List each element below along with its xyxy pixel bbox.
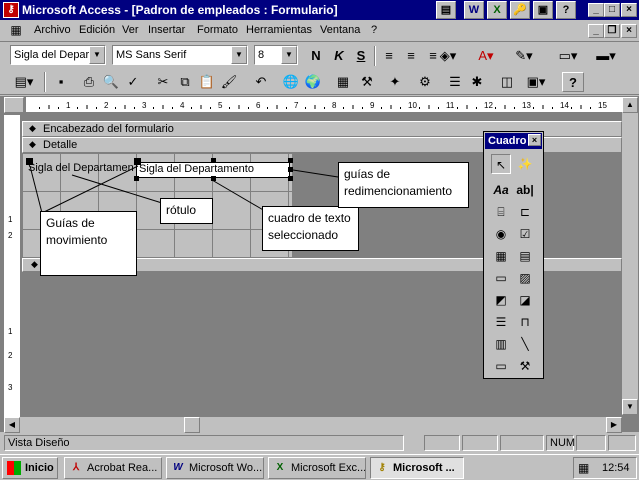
scroll-down-icon[interactable]: ▼ <box>622 399 638 415</box>
list-box-icon[interactable]: ▤ <box>515 246 535 266</box>
toolbox-palette[interactable]: Cuadro × ↖ ✨ Aa ab| ⌸ ⊏ ◉ ☑ ▦ ▤ ▭ ▨ ◩ ◪ … <box>483 131 544 379</box>
access-icon: ⚷ <box>378 462 386 474</box>
rectangle-tool-icon[interactable]: ▭ <box>491 356 511 376</box>
horizontal-scrollbar[interactable]: ◀ ▶ <box>4 417 622 433</box>
status-panel <box>576 435 606 451</box>
callout-label: rótulo <box>160 198 213 224</box>
subform-icon[interactable]: ▥ <box>491 334 511 354</box>
task-access[interactable]: ⚷ Microsoft ... <box>370 457 464 479</box>
status-panel <box>608 435 636 451</box>
scroll-up-icon[interactable]: ▲ <box>622 97 638 113</box>
start-button[interactable]: Inicio <box>2 457 58 479</box>
bound-object-icon[interactable]: ◪ <box>515 290 535 310</box>
more-controls-icon[interactable]: ⚒ <box>515 356 535 376</box>
callout-selected-textbox: cuadro de texto seleccionado <box>262 206 359 251</box>
label-tool-icon[interactable]: Aa <box>491 180 511 200</box>
page-break-icon[interactable]: ☰ <box>491 312 511 332</box>
status-text: Vista Diseño <box>4 435 404 451</box>
image-icon[interactable]: ▨ <box>515 268 535 288</box>
windows-logo-icon <box>7 461 21 476</box>
vertical-scrollbar[interactable]: ▲ ▼ <box>622 97 638 415</box>
status-panel <box>462 435 498 451</box>
combo-box-icon[interactable]: ▦ <box>491 246 511 266</box>
callout-move-guides: Guías de movimiento <box>40 211 137 276</box>
scroll-left-icon[interactable]: ◀ <box>4 417 20 433</box>
excel-icon: X <box>276 462 284 474</box>
status-bar: Vista Diseño NUM <box>0 433 639 453</box>
scroll-thumb[interactable] <box>184 417 200 433</box>
system-tray: ▦ 12:54 <box>573 457 637 479</box>
tab-control-icon[interactable]: ⊓ <box>515 312 535 332</box>
word-icon: W <box>173 462 183 474</box>
command-button-icon[interactable]: ▭ <box>491 268 511 288</box>
textbox-tool-icon[interactable]: ab| <box>515 180 535 200</box>
status-panel <box>424 435 460 451</box>
checkbox-icon[interactable]: ☑ <box>515 224 535 244</box>
line-tool-icon[interactable]: ╲ <box>515 334 535 354</box>
option-button-icon[interactable]: ◉ <box>491 224 511 244</box>
scheduler-icon[interactable]: ▦ <box>578 458 589 478</box>
scroll-right-icon[interactable]: ▶ <box>606 417 622 433</box>
task-word[interactable]: W Microsoft Wo... <box>166 457 264 479</box>
unbound-object-icon[interactable]: ◩ <box>491 290 511 310</box>
task-acrobat[interactable]: ⅄ Acrobat Rea... <box>64 457 162 479</box>
control-wizards-icon[interactable]: ✨ <box>515 154 535 174</box>
acrobat-icon: ⅄ <box>72 462 80 474</box>
callout-resize-guides: guías de redimencionamiento <box>338 162 469 208</box>
select-objects-icon[interactable]: ↖ <box>491 154 511 174</box>
toggle-button-icon[interactable]: ⊏ <box>515 202 535 222</box>
task-excel[interactable]: X Microsoft Exc... <box>268 457 366 479</box>
close-icon[interactable]: × <box>528 134 541 146</box>
num-lock-indicator: NUM <box>546 435 575 451</box>
clock[interactable]: 12:54 <box>602 458 630 478</box>
option-group-icon[interactable]: ⌸ <box>491 202 511 222</box>
taskbar: Inicio ⅄ Acrobat Rea... W Microsoft Wo... … <box>0 454 639 480</box>
status-panel <box>500 435 544 451</box>
